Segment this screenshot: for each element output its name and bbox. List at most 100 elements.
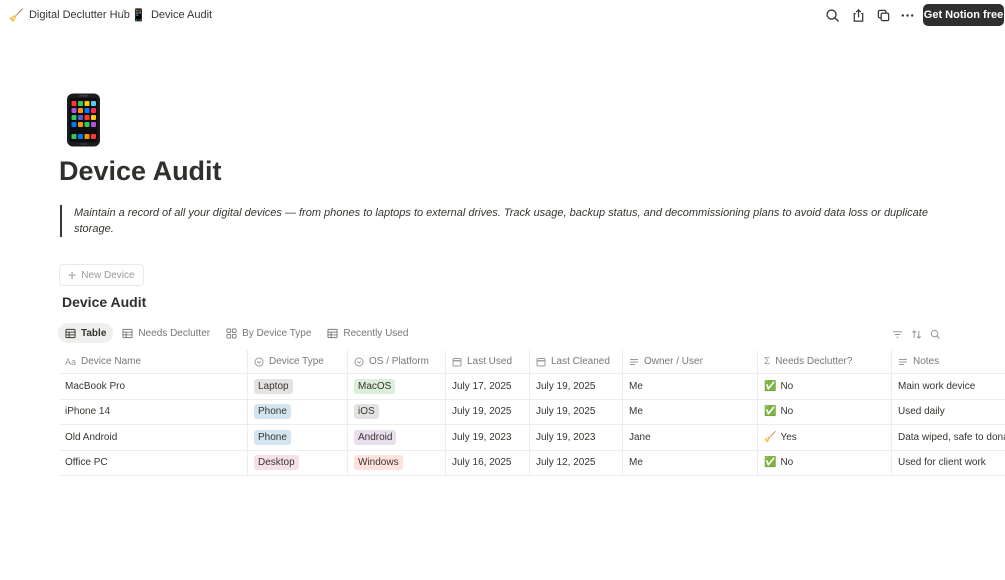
share-icon[interactable]	[850, 7, 866, 23]
breadcrumb-workspace[interactable]: 🧹 Digital Declutter Hub	[9, 8, 130, 22]
column-header-needs-declutter[interactable]: Σ Needs Declutter?	[757, 350, 891, 373]
breadcrumb-page[interactable]: 📱 Device Audit	[131, 8, 212, 22]
device-type-tag: Laptop	[254, 378, 293, 394]
column-label: Device Type	[269, 356, 324, 367]
calendar-icon	[536, 357, 546, 366]
table-icon	[327, 328, 338, 338]
sort-icon[interactable]	[911, 327, 922, 339]
cell-device-name[interactable]: Office PC	[59, 451, 247, 476]
title-icon: Aa	[65, 356, 77, 367]
cell-last-used[interactable]: July 19, 2023	[445, 425, 529, 450]
cell-needs-declutter[interactable]: ✅ No	[757, 450, 891, 475]
column-header-os-platform[interactable]: OS / Platform	[347, 350, 445, 373]
tab-table-label: Table	[81, 327, 107, 339]
get-notion-free-button[interactable]: Get Notion free	[923, 4, 1004, 26]
cell-device-name[interactable]: iPhone 14	[59, 400, 247, 425]
column-label: Needs Declutter?	[775, 356, 853, 367]
cell-needs-declutter[interactable]: ✅ No	[757, 399, 891, 424]
cell-notes[interactable]: Used for client work	[891, 450, 1005, 475]
view-tabs: Table Needs Declutter By Device Type Rec…	[58, 323, 417, 343]
duplicate-icon[interactable]	[875, 7, 891, 23]
new-device-button[interactable]: + New Device	[59, 264, 144, 286]
check-icon: ✅	[764, 457, 777, 469]
cell-os-platform[interactable]: Android	[347, 425, 445, 450]
column-header-last-used[interactable]: Last Used	[445, 350, 529, 373]
select-icon	[254, 357, 264, 366]
database-title[interactable]: Device Audit	[62, 294, 146, 310]
table-header: Aa Device Name Device Type OS / Platform…	[59, 349, 1005, 374]
device-type-tag: Desktop	[254, 455, 299, 471]
column-header-last-cleaned[interactable]: Last Cleaned	[529, 350, 622, 373]
cell-last-used[interactable]: July 17, 2025	[445, 374, 529, 399]
check-icon: ✅	[764, 406, 777, 418]
phone-icon: 📱	[131, 8, 146, 22]
column-label: Last Cleaned	[551, 356, 610, 367]
check-icon: ✅	[764, 380, 777, 392]
search-icon[interactable]	[824, 7, 840, 23]
table-icon	[65, 328, 76, 338]
os-tag: iOS	[354, 404, 379, 420]
filter-icon[interactable]	[892, 327, 903, 338]
table-row[interactable]: Old Android Phone Android July 19, 2023 …	[59, 425, 1005, 451]
cell-last-used[interactable]: July 19, 2025	[445, 399, 529, 424]
column-header-device-name[interactable]: Aa Device Name	[59, 350, 247, 373]
cell-owner[interactable]: Me	[622, 450, 757, 475]
page-description-quote[interactable]: Maintain a record of all your digital de…	[60, 205, 940, 237]
board-icon	[226, 327, 237, 339]
tab-by-device-type-label: By Device Type	[242, 327, 312, 339]
cell-device-type[interactable]: Laptop	[247, 374, 347, 399]
cell-last-cleaned[interactable]: July 12, 2025	[529, 450, 622, 475]
broom-icon: 🧹	[9, 8, 24, 22]
column-header-device-type[interactable]: Device Type	[247, 350, 347, 373]
view-tools	[892, 327, 941, 340]
tab-needs-declutter-label: Needs Declutter	[138, 327, 211, 339]
column-header-notes[interactable]: Notes	[891, 350, 1005, 373]
cell-device-type[interactable]: Phone	[247, 399, 347, 424]
table-row[interactable]: MacBook Pro Laptop MacOS July 17, 2025 J…	[59, 374, 1005, 400]
column-header-owner-user[interactable]: Owner / User	[622, 350, 757, 373]
cell-device-name[interactable]: MacBook Pro	[59, 374, 247, 399]
page-title[interactable]: Device Audit	[59, 156, 222, 187]
cell-os-platform[interactable]: iOS	[347, 399, 445, 424]
cell-needs-declutter[interactable]: 🧹 Yes	[757, 425, 891, 450]
os-tag: Android	[354, 429, 397, 445]
cell-device-type[interactable]: Desktop	[247, 450, 347, 475]
broom-icon: 🧹	[764, 431, 777, 443]
cell-device-type[interactable]: Phone	[247, 425, 347, 450]
column-label: Last Used	[467, 356, 513, 367]
search-icon[interactable]	[930, 327, 941, 340]
cell-notes[interactable]: Data wiped, safe to dona	[891, 425, 1005, 450]
formula-icon: Σ	[764, 356, 771, 367]
os-tag: MacOS	[354, 378, 396, 394]
table-icon	[122, 328, 133, 338]
cell-last-used[interactable]: July 16, 2025	[445, 450, 529, 475]
table-row[interactable]: iPhone 14 Phone iOS July 19, 2025 July 1…	[59, 399, 1005, 425]
plus-icon: +	[68, 267, 77, 283]
cell-os-platform[interactable]: Windows	[347, 450, 445, 475]
cell-owner[interactable]: Jane	[622, 425, 757, 450]
table-row[interactable]: Office PC Desktop Windows July 16, 2025 …	[59, 450, 1005, 476]
tab-recently-used[interactable]: Recently Used	[320, 323, 415, 343]
new-device-label: New Device	[81, 269, 135, 281]
cell-needs-declutter[interactable]: ✅ No	[757, 374, 891, 399]
cell-notes[interactable]: Used daily	[891, 399, 1005, 424]
breadcrumb-separator: /	[121, 8, 125, 20]
declutter-value: No	[780, 457, 794, 469]
cell-last-cleaned[interactable]: July 19, 2025	[529, 374, 622, 399]
phone-icon[interactable]	[66, 93, 102, 147]
top-bar: 🧹 Digital Declutter Hub / 📱 Device Audit…	[0, 0, 1005, 30]
cell-owner[interactable]: Me	[622, 399, 757, 424]
tab-needs-declutter[interactable]: Needs Declutter	[115, 323, 217, 343]
cell-notes[interactable]: Main work device	[891, 374, 1005, 399]
cell-last-cleaned[interactable]: July 19, 2025	[529, 399, 622, 424]
select-icon	[354, 357, 364, 366]
tab-by-device-type[interactable]: By Device Type	[219, 323, 318, 343]
cell-last-cleaned[interactable]: July 19, 2023	[529, 425, 622, 450]
more-icon[interactable]	[899, 7, 915, 23]
cell-os-platform[interactable]: MacOS	[347, 374, 445, 399]
text-icon	[630, 358, 638, 365]
cell-owner[interactable]: Me	[622, 374, 757, 399]
tab-table[interactable]: Table	[58, 323, 114, 343]
declutter-value: No	[780, 406, 794, 418]
cell-device-name[interactable]: Old Android	[59, 425, 247, 450]
